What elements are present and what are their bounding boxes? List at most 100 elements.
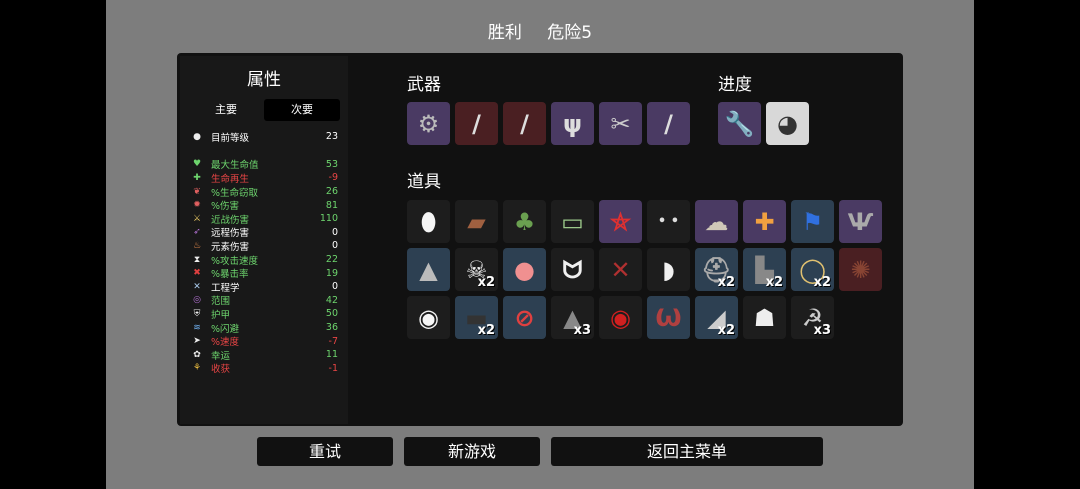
stat-row: ⛨ 护甲 50 bbox=[190, 307, 338, 321]
regen-icon: ✚ bbox=[193, 172, 201, 183]
item-slot[interactable]: ⛑ x2 bbox=[695, 248, 738, 291]
cake-icon: ▰ bbox=[467, 207, 486, 236]
stats-panel: 属性 主要 次要 ● 目前等级 23 ♥ 最大生命值 53 ✚ 生命再生 -9 ❦ %生命窃取 26 ✹… bbox=[180, 56, 348, 424]
pentagram-icon: ⛤ bbox=[610, 207, 631, 236]
stat-value: 42 bbox=[325, 294, 338, 306]
weapon-slot[interactable]: ψ bbox=[551, 102, 594, 145]
item-slot[interactable]: ☠ x2 bbox=[455, 248, 498, 291]
harvest-icon: ⚘ bbox=[192, 363, 202, 374]
stat-value: -9 bbox=[328, 172, 338, 184]
item-slot[interactable]: Ѡ bbox=[647, 296, 690, 339]
tab-primary[interactable]: 主要 bbox=[188, 99, 264, 121]
medkit-icon: ✚ bbox=[754, 207, 775, 236]
red-spiral-icon: ◉ bbox=[610, 303, 631, 332]
item-slot[interactable]: ☁ bbox=[695, 200, 738, 243]
item-slot[interactable]: ◗ bbox=[647, 248, 690, 291]
stat-row: ➶ 远程伤害 0 bbox=[190, 226, 338, 240]
stat-value: 0 bbox=[331, 281, 338, 293]
item-slot[interactable]: ▰ bbox=[455, 200, 498, 243]
stat-name: 最大生命值 bbox=[211, 160, 259, 172]
item-slot[interactable]: ✺ bbox=[839, 248, 882, 291]
pitchfork-icon: ψ bbox=[562, 109, 583, 138]
claw-hands-icon: Ѱ bbox=[847, 207, 874, 236]
weapon-slot[interactable]: / bbox=[647, 102, 690, 145]
fang-skull-icon: ☗ bbox=[753, 303, 776, 332]
item-slot[interactable]: ▲ x3 bbox=[551, 296, 594, 339]
item-count: x2 bbox=[717, 275, 735, 290]
item-slot[interactable]: ⊘ bbox=[503, 296, 546, 339]
heart-icon: ♥ bbox=[192, 159, 202, 170]
weapon-slot[interactable]: ⚙ bbox=[407, 102, 450, 145]
item-slot[interactable]: ⛤ bbox=[599, 200, 642, 243]
item-slot[interactable]: ▲ bbox=[407, 248, 450, 291]
tab-secondary[interactable]: 次要 bbox=[264, 99, 340, 121]
item-slot[interactable]: ▬ x2 bbox=[455, 296, 498, 339]
weapon-slot[interactable]: / bbox=[503, 102, 546, 145]
items-title: 道具 bbox=[407, 172, 441, 192]
item-slot[interactable]: ◉ bbox=[599, 296, 642, 339]
item-slot[interactable]: ⚑ bbox=[791, 200, 834, 243]
stat-name: 范围 bbox=[211, 296, 231, 308]
item-slot[interactable]: ▙ x2 bbox=[743, 248, 786, 291]
engineering-icon: ✕ bbox=[193, 281, 201, 292]
stat-name: 远程伤害 bbox=[211, 228, 250, 240]
stat-row: ● 目前等级 23 bbox=[190, 130, 338, 144]
crit-icon: ✖ bbox=[193, 268, 201, 279]
horns-icon: Ѡ bbox=[655, 303, 682, 332]
stat-name: 近战伤害 bbox=[211, 214, 250, 226]
damage-icon: ✹ bbox=[193, 200, 201, 211]
item-slot[interactable]: ◯ x2 bbox=[791, 248, 834, 291]
progress-title: 进度 bbox=[718, 75, 752, 95]
stat-name: %攻击速度 bbox=[211, 255, 259, 267]
stat-row: ⚔ 近战伤害 110 bbox=[190, 212, 338, 226]
stat-value: 53 bbox=[325, 158, 338, 170]
stat-value: 0 bbox=[331, 240, 338, 252]
item-slot[interactable]: ☗ bbox=[743, 296, 786, 339]
tooth-icon: ◗ bbox=[662, 255, 675, 284]
new-game-button[interactable]: 新游戏 bbox=[404, 437, 540, 466]
scissors-icon: ✂ bbox=[610, 109, 631, 138]
pig-icon: ● bbox=[514, 255, 535, 284]
stat-value: 23 bbox=[325, 131, 338, 143]
armor-icon: ⛨ bbox=[193, 308, 201, 319]
melee-icon: ⚔ bbox=[192, 213, 202, 224]
stats-title: 属性 bbox=[247, 70, 281, 90]
item-slot[interactable]: ♣ bbox=[503, 200, 546, 243]
bullet-icon: ▲ bbox=[419, 255, 438, 284]
weapons-title: 武器 bbox=[407, 75, 441, 95]
sword-icon: / bbox=[472, 109, 481, 138]
item-slot[interactable]: ● bbox=[503, 248, 546, 291]
stat-name: 幸运 bbox=[211, 350, 231, 362]
retry-button[interactable]: 重试 bbox=[257, 437, 393, 466]
stat-value: -7 bbox=[328, 335, 338, 347]
item-slot[interactable]: ⬮ bbox=[407, 200, 450, 243]
tardigrade-icon: ☁ bbox=[704, 207, 729, 236]
item-slot[interactable]: ✚ bbox=[743, 200, 786, 243]
item-count: x2 bbox=[717, 323, 735, 338]
stat-name: %生命窃取 bbox=[211, 187, 259, 199]
flag-icon: ⚑ bbox=[801, 207, 824, 236]
item-slot[interactable]: ✕ bbox=[599, 248, 642, 291]
stat-name: 护甲 bbox=[211, 309, 231, 321]
progress-slot[interactable]: 🔧 bbox=[718, 102, 761, 145]
weapon-slot[interactable]: ✂ bbox=[599, 102, 642, 145]
spear-icon: / bbox=[664, 109, 673, 138]
item-slot[interactable]: Ѱ bbox=[839, 200, 882, 243]
progress-slot[interactable]: ◕ bbox=[766, 102, 809, 145]
rabbit-icon: ᗢ bbox=[562, 255, 583, 284]
saw-blade-icon: ⚙ bbox=[417, 109, 440, 138]
speed-icon: ➤ bbox=[193, 336, 201, 347]
ghost-mask-icon: ◉ bbox=[418, 303, 439, 332]
dodge-icon: ≋ bbox=[193, 322, 201, 333]
item-slot[interactable]: ◉ bbox=[407, 296, 450, 339]
stat-value: 81 bbox=[325, 199, 338, 211]
item-slot[interactable]: • • bbox=[647, 200, 690, 243]
item-slot[interactable]: ᗢ bbox=[551, 248, 594, 291]
stat-value: 11 bbox=[325, 349, 338, 361]
weapon-slot[interactable]: / bbox=[455, 102, 498, 145]
item-slot[interactable]: ☭ x3 bbox=[791, 296, 834, 339]
stat-name: %暴击率 bbox=[211, 269, 249, 281]
main-menu-button[interactable]: 返回主菜单 bbox=[551, 437, 823, 466]
item-slot[interactable]: ◢ x2 bbox=[695, 296, 738, 339]
item-slot[interactable]: ▭ bbox=[551, 200, 594, 243]
